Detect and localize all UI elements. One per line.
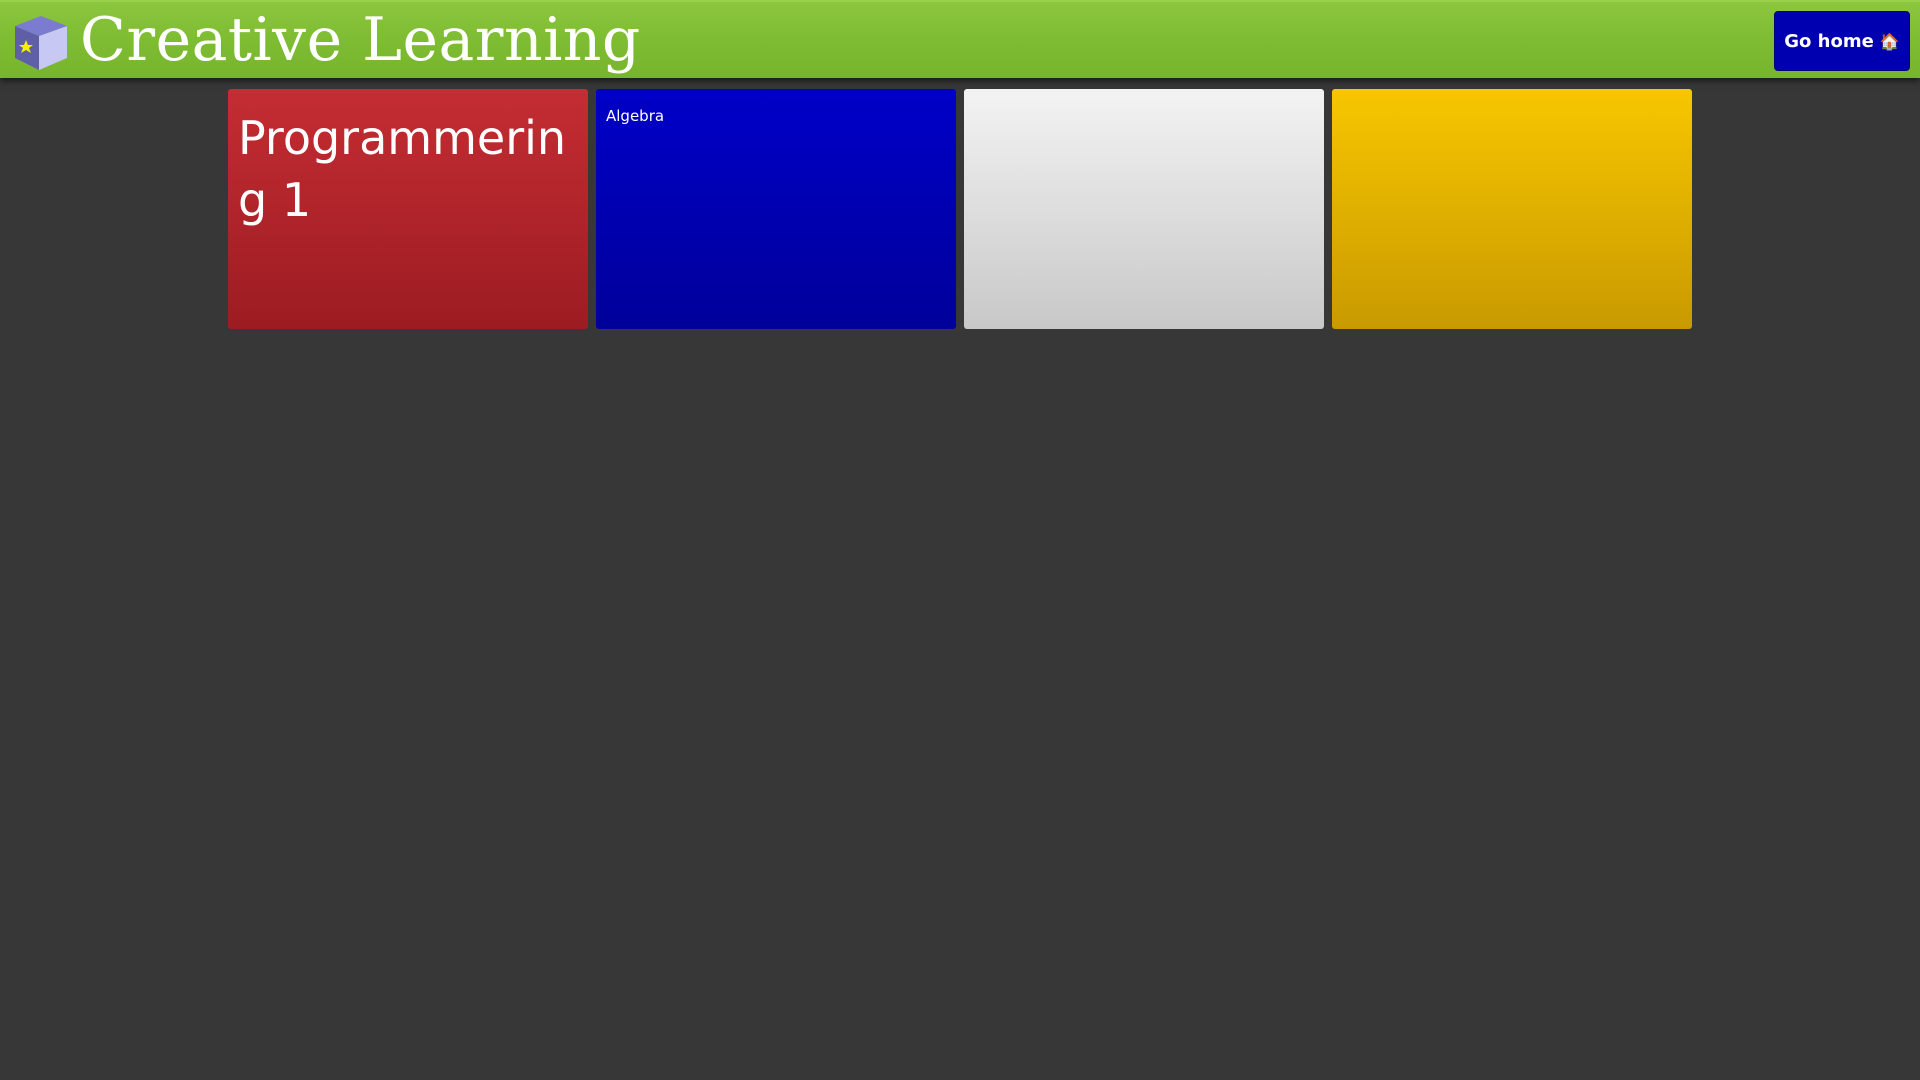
cube-star-icon <box>15 16 67 70</box>
go-home-label: Go home <box>1784 30 1874 52</box>
course-tile-programmering-1[interactable]: Programmering 1 <box>228 89 588 329</box>
go-home-button[interactable]: Go home 🏠 <box>1774 11 1910 71</box>
top-bar: Creative Learning Go home 🏠 <box>0 0 1920 78</box>
app-title: Creative Learning <box>80 5 641 75</box>
course-tile-empty-yellow[interactable] <box>1332 89 1692 329</box>
course-tile-algebra[interactable]: Algebra <box>596 89 956 329</box>
course-tile-empty-white[interactable] <box>964 89 1324 329</box>
course-tile-label: Algebra <box>606 107 665 125</box>
house-icon: 🏠 <box>1879 31 1900 51</box>
course-tiles: Programmering 1 Algebra <box>228 89 1692 329</box>
course-tile-label: Programmering 1 <box>238 111 567 227</box>
